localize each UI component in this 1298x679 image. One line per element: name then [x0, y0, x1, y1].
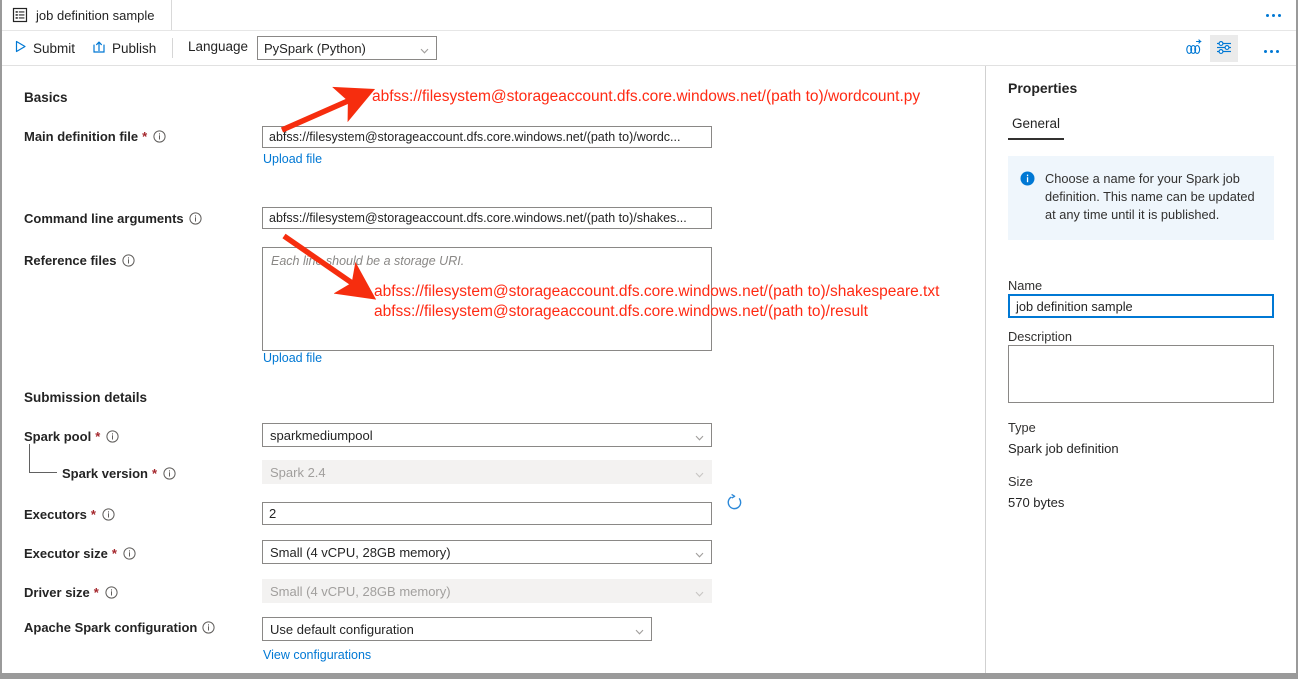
properties-info-text: Choose a name for your Spark job definit…: [1045, 170, 1260, 224]
info-icon[interactable]: [189, 212, 202, 225]
main-definition-file-input[interactable]: abfss://filesystem@storageaccount.dfs.co…: [262, 126, 712, 148]
annotation-main-file-uri: abfss://filesystem@storageaccount.dfs.co…: [372, 88, 920, 106]
required-asterisk: *: [112, 546, 117, 561]
toolbar-right-icon-group: [1180, 35, 1238, 62]
properties-sliders-icon: [1215, 39, 1234, 59]
info-icon[interactable]: [106, 430, 119, 443]
description-label: Description: [1008, 329, 1072, 344]
refresh-spark-pools-button[interactable]: [725, 493, 745, 513]
type-label: Type: [1008, 420, 1036, 435]
executors-label: Executors *: [24, 507, 115, 522]
executor-size-select[interactable]: Small (4 vCPU, 28GB memory): [262, 540, 712, 564]
toolbar-divider: [172, 38, 173, 58]
info-icon[interactable]: [202, 621, 215, 634]
spark-pool-select[interactable]: sparkmediumpool: [262, 423, 712, 447]
spark-job-definition-window: job definition sample Submit: [0, 0, 1298, 679]
reference-files-placeholder: Each line should be a storage URI.: [271, 254, 464, 268]
chevron-down-icon: [635, 625, 644, 634]
info-icon[interactable]: [153, 130, 166, 143]
tab-more-actions-button[interactable]: [1258, 8, 1288, 22]
refresh-icon: [725, 500, 744, 515]
required-asterisk: *: [91, 507, 96, 522]
executor-size-label: Executor size *: [24, 546, 136, 561]
properties-info-box: Choose a name for your Spark job definit…: [1008, 156, 1274, 240]
chevron-down-icon: [695, 431, 704, 440]
publish-upload-icon: [92, 40, 106, 57]
language-label: Language: [188, 39, 248, 54]
required-asterisk: *: [142, 129, 147, 144]
command-bar: Submit Publish Language: [2, 31, 1296, 66]
reference-files-upload-file-link[interactable]: Upload file: [263, 351, 322, 365]
command-line-arguments-label: Command line arguments: [24, 211, 202, 226]
info-circle-icon: [1020, 171, 1035, 224]
apache-spark-configuration-select[interactable]: Use default configuration: [262, 617, 652, 641]
driver-size-label: Driver size *: [24, 585, 118, 600]
name-input[interactable]: job definition sample: [1008, 294, 1274, 318]
annotation-reference-uri-1: abfss://filesystem@storageaccount.dfs.co…: [374, 283, 939, 301]
type-value: Spark job definition: [1008, 441, 1119, 456]
required-asterisk: *: [95, 429, 100, 444]
submit-button[interactable]: Submit: [14, 37, 75, 59]
submission-details-title: Submission details: [24, 390, 147, 405]
document-list-icon: [12, 7, 28, 23]
spark-version-tree-connector: [29, 444, 57, 473]
command-bar-more-actions-button[interactable]: [1256, 44, 1286, 58]
executors-input[interactable]: 2: [262, 502, 712, 525]
play-triangle-icon: [14, 40, 27, 56]
name-label: Name: [1008, 278, 1042, 293]
language-select[interactable]: PySpark (Python): [257, 36, 437, 60]
reference-files-label: Reference files: [24, 253, 135, 268]
spark-version-select: Spark 2.4: [262, 460, 712, 484]
apache-spark-configuration-label: Apache Spark configuration: [24, 620, 215, 635]
info-icon[interactable]: [122, 254, 135, 267]
chevron-down-icon: [695, 548, 704, 557]
chevron-down-icon: [420, 44, 429, 53]
info-icon[interactable]: [123, 547, 136, 560]
annotation-reference-uri-2: abfss://filesystem@storageaccount.dfs.co…: [374, 303, 868, 321]
language-value: PySpark (Python): [264, 41, 366, 56]
size-label: Size: [1008, 474, 1033, 489]
driver-size-select: Small (4 vCPU, 28GB memory): [262, 579, 712, 603]
data-flow-icon: [1185, 39, 1204, 59]
info-icon[interactable]: [105, 586, 118, 599]
job-definition-form: Basics Main definition file * abfss://fi…: [2, 66, 986, 673]
publish-label: Publish: [112, 41, 156, 56]
main-definition-upload-file-link[interactable]: Upload file: [263, 152, 322, 166]
properties-title: Properties: [1008, 80, 1077, 96]
tab-strip: job definition sample: [2, 0, 1296, 31]
command-line-arguments-input[interactable]: abfss://filesystem@storageaccount.dfs.co…: [262, 207, 712, 229]
info-icon[interactable]: [102, 508, 115, 521]
properties-pane: Properties General Choose a name for you…: [986, 66, 1296, 673]
view-configurations-link[interactable]: View configurations: [263, 648, 371, 662]
required-asterisk: *: [152, 466, 157, 481]
chevron-down-icon: [695, 468, 704, 477]
tab-job-definition-sample[interactable]: job definition sample: [2, 0, 172, 30]
description-textarea[interactable]: [1008, 345, 1274, 403]
data-flow-icon-button[interactable]: [1180, 35, 1208, 62]
properties-panel-toggle-button[interactable]: [1210, 35, 1238, 62]
main-definition-file-label: Main definition file *: [24, 129, 166, 144]
publish-button[interactable]: Publish: [92, 37, 156, 59]
tab-label: job definition sample: [36, 8, 155, 23]
submit-label: Submit: [33, 41, 75, 56]
size-value: 570 bytes: [1008, 495, 1064, 510]
info-icon[interactable]: [163, 467, 176, 480]
basics-section-title: Basics: [24, 90, 68, 105]
spark-pool-label: Spark pool *: [24, 429, 119, 444]
tab-general[interactable]: General: [1008, 116, 1064, 140]
spark-version-label: Spark version *: [62, 466, 176, 481]
chevron-down-icon: [695, 587, 704, 596]
required-asterisk: *: [94, 585, 99, 600]
